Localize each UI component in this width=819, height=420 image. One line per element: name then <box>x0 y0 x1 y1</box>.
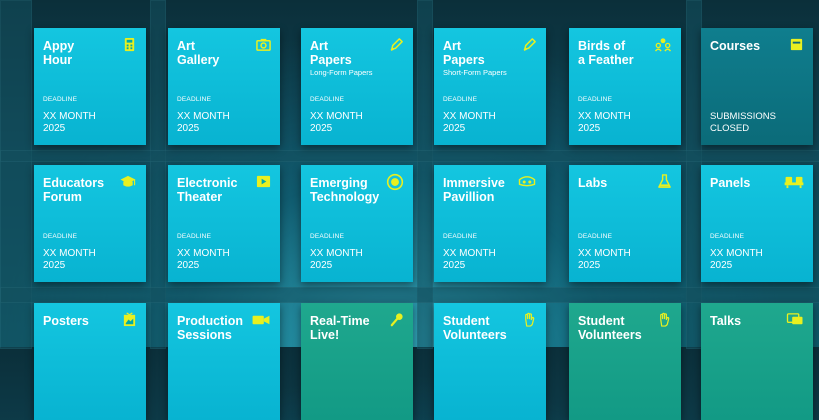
graduation-cap-icon <box>119 174 137 189</box>
deadline-date: XX MONTH 2025 <box>177 111 230 134</box>
deadline-date: XX MONTH 2025 <box>443 248 496 271</box>
deadline-date: XX MONTH 2025 <box>310 111 363 134</box>
tile-talks[interactable]: Talks <box>701 303 813 420</box>
deadline-label: DEADLINE <box>578 96 613 103</box>
deadline-label: DEADLINE <box>43 233 78 240</box>
tile-electronic-theater[interactable]: Electronic Theater DEADLINE XX MONTH 202… <box>168 165 280 282</box>
deadline-label: DEADLINE <box>443 233 478 240</box>
deadline-date: XX MONTH 2025 <box>310 248 363 271</box>
tile-art-gallery[interactable]: Art Gallery DEADLINE XX MONTH 2025 <box>168 28 280 145</box>
deadline-date: XX MONTH 2025 <box>578 111 631 134</box>
microphone-icon <box>389 312 404 327</box>
flask-icon <box>657 174 672 189</box>
deadline-date: XX MONTH 2025 <box>177 248 230 271</box>
tile-courses[interactable]: Courses SUBMISSIONS CLOSED <box>701 28 813 145</box>
tile-subtitle: Long-Form Papers <box>310 68 373 77</box>
deadline-date: XX MONTH 2025 <box>443 111 496 134</box>
deadline-date: XX MONTH 2025 <box>43 248 96 271</box>
poster-icon <box>122 312 137 327</box>
people-group-icon <box>654 37 672 52</box>
book-icon <box>789 37 804 52</box>
background-block <box>0 150 819 162</box>
video-camera-icon <box>251 312 271 327</box>
tile-educators-forum[interactable]: Educators Forum DEADLINE XX MONTH 2025 <box>34 165 146 282</box>
tile-real-time-live[interactable]: Real-Time Live! <box>301 303 413 420</box>
vr-headset-icon <box>517 174 537 189</box>
chat-icon <box>786 312 804 327</box>
deadline-label: DEADLINE <box>578 233 613 240</box>
tile-production-sessions[interactable]: Production Sessions <box>168 303 280 420</box>
deadline-label: DEADLINE <box>443 96 478 103</box>
background-block <box>0 287 819 303</box>
tile-posters[interactable]: Posters <box>34 303 146 420</box>
tile-art-papers-long[interactable]: Art Papers Long-Form Papers DEADLINE XX … <box>301 28 413 145</box>
deadline-label: DEADLINE <box>177 233 212 240</box>
tile-immersive-pavillion[interactable]: Immersive Pavillion DEADLINE XX MONTH 20… <box>434 165 546 282</box>
target-icon <box>386 173 404 191</box>
seats-icon <box>784 174 804 189</box>
deadline-label: DEADLINE <box>710 233 745 240</box>
tile-birds-of-a-feather[interactable]: Birds of a Feather DEADLINE XX MONTH 202… <box>569 28 681 145</box>
submissions-closed-label: SUBMISSIONS CLOSED <box>710 111 776 134</box>
calculator-icon <box>122 37 137 52</box>
tile-emerging-technology[interactable]: Emerging Technology DEADLINE XX MONTH 20… <box>301 165 413 282</box>
tile-labs[interactable]: Labs DEADLINE XX MONTH 2025 <box>569 165 681 282</box>
pen-icon <box>389 37 404 52</box>
deadline-label: DEADLINE <box>43 96 78 103</box>
deadline-label: DEADLINE <box>310 233 345 240</box>
tile-subtitle: Short-Form Papers <box>443 68 507 77</box>
pen-icon <box>522 37 537 52</box>
deadline-label: DEADLINE <box>177 96 212 103</box>
deadline-date: XX MONTH 2025 <box>578 248 631 271</box>
tile-student-volunteers-2[interactable]: Student Volunteers <box>569 303 681 420</box>
tile-art-papers-short[interactable]: Art Papers Short-Form Papers DEADLINE XX… <box>434 28 546 145</box>
tile-panels[interactable]: Panels DEADLINE XX MONTH 2025 <box>701 165 813 282</box>
tile-student-volunteers-1[interactable]: Student Volunteers <box>434 303 546 420</box>
tile-appy-hour[interactable]: Appy Hour DEADLINE XX MONTH 2025 <box>34 28 146 145</box>
camera-icon <box>256 37 271 52</box>
deadline-date: XX MONTH 2025 <box>43 111 96 134</box>
hand-icon <box>522 312 537 327</box>
play-icon <box>256 174 271 189</box>
hand-icon <box>657 312 672 327</box>
deadline-date: XX MONTH 2025 <box>710 248 763 271</box>
deadline-label: DEADLINE <box>310 96 345 103</box>
